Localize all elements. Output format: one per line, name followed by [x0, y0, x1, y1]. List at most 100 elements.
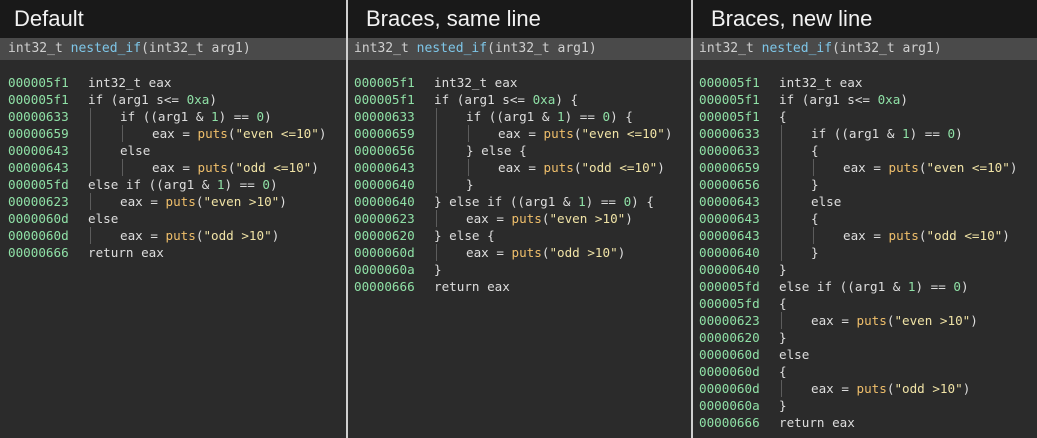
line-code[interactable]: eax = puts("odd <=10")	[843, 227, 1010, 244]
code-line[interactable]: 000005fd else if ((arg1 & 1) == 0)	[699, 278, 1037, 295]
line-address[interactable]: 00000623	[699, 312, 779, 329]
code-line[interactable]: 00000666 return eax	[354, 278, 691, 295]
line-address[interactable]: 000005f1	[354, 91, 434, 108]
line-code[interactable]: else	[88, 210, 118, 227]
code-line[interactable]: 0000060d else	[699, 346, 1037, 363]
line-address[interactable]: 000005f1	[699, 91, 779, 108]
line-address[interactable]: 00000659	[354, 125, 434, 142]
line-code[interactable]: {	[779, 108, 787, 125]
line-code[interactable]: eax = puts("odd >10")	[120, 227, 279, 244]
code-line[interactable]: 00000623 eax = puts("even >10")	[354, 210, 691, 227]
line-address[interactable]: 00000633	[699, 125, 779, 142]
code-line[interactable]: 0000060a}	[699, 397, 1037, 414]
line-address[interactable]: 00000659	[699, 159, 779, 176]
code-line[interactable]: 00000633 if ((arg1 & 1) == 0)	[699, 125, 1037, 142]
code-line[interactable]: 00000640} else if ((arg1 & 1) == 0) {	[354, 193, 691, 210]
line-code[interactable]: {	[779, 295, 787, 312]
code-line[interactable]: 00000659 eax = puts("even <=10")	[699, 159, 1037, 176]
line-address[interactable]: 00000643	[699, 227, 779, 244]
line-code[interactable]: if ((arg1 & 1) == 0)	[811, 125, 963, 142]
code-line[interactable]: 000005f1{	[699, 108, 1037, 125]
line-address[interactable]: 00000659	[8, 125, 88, 142]
line-code[interactable]: return eax	[434, 278, 510, 295]
line-address[interactable]: 00000643	[8, 142, 88, 159]
line-address[interactable]: 00000633	[354, 108, 434, 125]
code-line[interactable]: 00000633 if ((arg1 & 1) == 0) {	[354, 108, 691, 125]
line-address[interactable]: 00000633	[699, 142, 779, 159]
code-line[interactable]: 0000060d{	[699, 363, 1037, 380]
code-line[interactable]: 00000659 eax = puts("even <=10")	[8, 125, 346, 142]
code-line[interactable]: 000005f1 if (arg1 s<= 0xa)	[8, 91, 346, 108]
line-code[interactable]: }	[779, 261, 787, 278]
line-address[interactable]: 0000060a	[354, 261, 434, 278]
line-address[interactable]: 00000643	[8, 159, 88, 176]
code-line[interactable]: 000005f1 int32_t eax	[699, 74, 1037, 91]
code-line[interactable]: 000005f1 int32_t eax	[8, 74, 346, 91]
line-address[interactable]: 0000060d	[8, 227, 88, 244]
line-address[interactable]: 00000640	[354, 176, 434, 193]
line-code[interactable]: }	[779, 329, 787, 346]
line-address[interactable]: 00000620	[699, 329, 779, 346]
code-line[interactable]: 00000633 {	[699, 142, 1037, 159]
line-code[interactable]: eax = puts("even <=10")	[152, 125, 326, 142]
line-address[interactable]: 0000060d	[8, 210, 88, 227]
code-line[interactable]: 00000643 eax = puts("odd <=10")	[354, 159, 691, 176]
code-line[interactable]: 0000060a}	[354, 261, 691, 278]
line-code[interactable]: }	[811, 176, 819, 193]
line-code[interactable]: eax = puts("even <=10")	[498, 125, 672, 142]
code-line[interactable]: 00000643 else	[8, 142, 346, 159]
code-line[interactable]: 00000643 eax = puts("odd <=10")	[8, 159, 346, 176]
line-code[interactable]: {	[811, 142, 819, 159]
code-line[interactable]: 000005fd else if ((arg1 & 1) == 0)	[8, 176, 346, 193]
code-line[interactable]: 0000060d eax = puts("odd >10")	[8, 227, 346, 244]
line-address[interactable]: 00000623	[354, 210, 434, 227]
line-code[interactable]: eax = puts("even >10")	[811, 312, 978, 329]
line-address[interactable]: 00000620	[354, 227, 434, 244]
line-address[interactable]: 0000060d	[699, 346, 779, 363]
code-line[interactable]: 000005f1 int32_t eax	[354, 74, 691, 91]
code-line[interactable]: 00000643 {	[699, 210, 1037, 227]
line-code[interactable]: int32_t eax	[779, 74, 862, 91]
line-address[interactable]: 00000666	[354, 278, 434, 295]
line-address[interactable]: 00000643	[354, 159, 434, 176]
line-address[interactable]: 000005f1	[699, 74, 779, 91]
line-code[interactable]: if ((arg1 & 1) == 0) {	[466, 108, 633, 125]
code-line[interactable]: 00000633 if ((arg1 & 1) == 0)	[8, 108, 346, 125]
line-address[interactable]: 00000666	[8, 244, 88, 261]
line-code[interactable]: if (arg1 s<= 0xa)	[779, 91, 908, 108]
code-line[interactable]: 00000640}	[699, 244, 1037, 261]
function-name[interactable]: nested_if	[71, 41, 141, 56]
param-name[interactable]: arg1	[903, 41, 934, 56]
line-code[interactable]: else	[120, 142, 150, 159]
line-code[interactable]: if (arg1 s<= 0xa)	[88, 91, 217, 108]
line-code[interactable]: else if ((arg1 & 1) == 0)	[779, 278, 969, 295]
line-address[interactable]: 00000656	[354, 142, 434, 159]
line-address[interactable]: 0000060d	[699, 380, 779, 397]
line-address[interactable]: 00000643	[699, 210, 779, 227]
line-code[interactable]: return eax	[88, 244, 164, 261]
code-line[interactable]: 0000060d eax = puts("odd >10")	[699, 380, 1037, 397]
line-address[interactable]: 000005f1	[8, 91, 88, 108]
line-code[interactable]: int32_t eax	[88, 74, 171, 91]
line-address[interactable]: 00000640	[699, 261, 779, 278]
line-address[interactable]: 000005fd	[8, 176, 88, 193]
line-address[interactable]: 0000060d	[354, 244, 434, 261]
code-line[interactable]: 00000623 eax = puts("even >10")	[699, 312, 1037, 329]
line-address[interactable]: 000005f1	[8, 74, 88, 91]
function-name[interactable]: nested_if	[417, 41, 487, 56]
code-line[interactable]: 00000620} else {	[354, 227, 691, 244]
line-code[interactable]: eax = puts("even <=10")	[843, 159, 1017, 176]
code-line[interactable]: 00000640}	[699, 261, 1037, 278]
line-code[interactable]: eax = puts("odd <=10")	[152, 159, 319, 176]
line-code[interactable]: } else if ((arg1 & 1) == 0) {	[434, 193, 654, 210]
function-signature[interactable]: int32_t nested_if(int32_t arg1)	[348, 38, 691, 60]
line-address[interactable]: 000005f1	[354, 74, 434, 91]
line-code[interactable]: }	[466, 176, 474, 193]
code-line[interactable]: 00000666 return eax	[699, 414, 1037, 431]
line-code[interactable]: return eax	[779, 414, 855, 431]
line-code[interactable]: {	[779, 363, 787, 380]
line-address[interactable]: 00000623	[8, 193, 88, 210]
line-code[interactable]: eax = puts("odd <=10")	[498, 159, 665, 176]
code-line[interactable]: 00000666 return eax	[8, 244, 346, 261]
line-address[interactable]: 000005fd	[699, 295, 779, 312]
